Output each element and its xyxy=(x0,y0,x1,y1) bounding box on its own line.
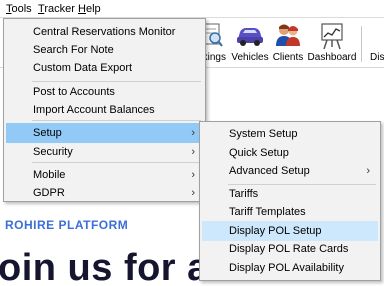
platform-heading: ROHIRE PLATFORM xyxy=(5,218,129,232)
setup-submenu: System Setup Quick Setup Advanced Setup … xyxy=(199,121,381,281)
menu-help[interactable]: Help xyxy=(77,2,102,17)
car-icon xyxy=(235,22,265,51)
menu-item-quick-setup[interactable]: Quick Setup xyxy=(202,143,378,163)
menu-item-custom-data-export[interactable]: Custom Data Export xyxy=(6,58,203,78)
toolbar-separator xyxy=(361,26,362,62)
menu-tracker[interactable]: Tracker xyxy=(37,2,76,17)
menu-separator xyxy=(32,162,201,163)
menu-item-system-setup[interactable]: System Setup xyxy=(202,124,378,144)
menu-item-security[interactable]: Security › xyxy=(6,142,203,162)
menu-item-display-pol-setup[interactable]: Display POL Setup xyxy=(202,221,378,241)
display-label: Disp xyxy=(370,52,384,63)
menu-bar: Tools Tracker Help xyxy=(0,0,384,18)
clients-label: Clients xyxy=(272,52,304,63)
menu-item-gdpr[interactable]: GDPR › xyxy=(6,183,203,203)
menu-item-display-pol-rate-cards[interactable]: Display POL Rate Cards xyxy=(202,239,378,259)
menu-item-search-for-note[interactable]: Search For Note xyxy=(6,40,203,60)
menu-item-setup[interactable]: Setup › xyxy=(6,123,203,143)
submenu-arrow-icon: › xyxy=(191,169,195,181)
dashboard-button[interactable]: Dashboard xyxy=(307,18,357,68)
menu-tools[interactable]: Tools xyxy=(5,2,33,17)
dashboard-label: Dashboard xyxy=(307,52,357,63)
submenu-arrow-icon: › xyxy=(366,165,370,177)
menu-separator xyxy=(32,120,201,121)
easel-chart-icon xyxy=(319,22,345,53)
clients-button[interactable]: Clients xyxy=(271,18,305,68)
menu-item-tariff-templates[interactable]: Tariff Templates xyxy=(202,202,378,222)
vehicles-label: Vehicles xyxy=(231,52,269,63)
menu-item-tariffs[interactable]: Tariffs xyxy=(202,184,378,204)
menu-item-display-pol-availability[interactable]: Display POL Availability xyxy=(202,258,378,278)
menu-item-post-to-accounts[interactable]: Post to Accounts xyxy=(6,82,203,102)
menu-item-advanced-setup[interactable]: Advanced Setup › xyxy=(202,161,378,181)
menu-item-import-account-balances[interactable]: Import Account Balances xyxy=(6,100,203,120)
display-button[interactable]: Disp xyxy=(366,18,384,68)
submenu-arrow-icon: › xyxy=(191,127,195,139)
people-icon xyxy=(274,22,302,51)
vehicles-button[interactable]: Vehicles xyxy=(231,18,269,68)
submenu-arrow-icon: › xyxy=(191,187,195,199)
menu-item-central-reservations-monitor[interactable]: Central Reservations Monitor xyxy=(6,22,203,42)
tools-menu: Central Reservations Monitor Search For … xyxy=(3,18,206,202)
submenu-arrow-icon: › xyxy=(191,146,195,158)
menu-item-mobile[interactable]: Mobile › xyxy=(6,165,203,185)
